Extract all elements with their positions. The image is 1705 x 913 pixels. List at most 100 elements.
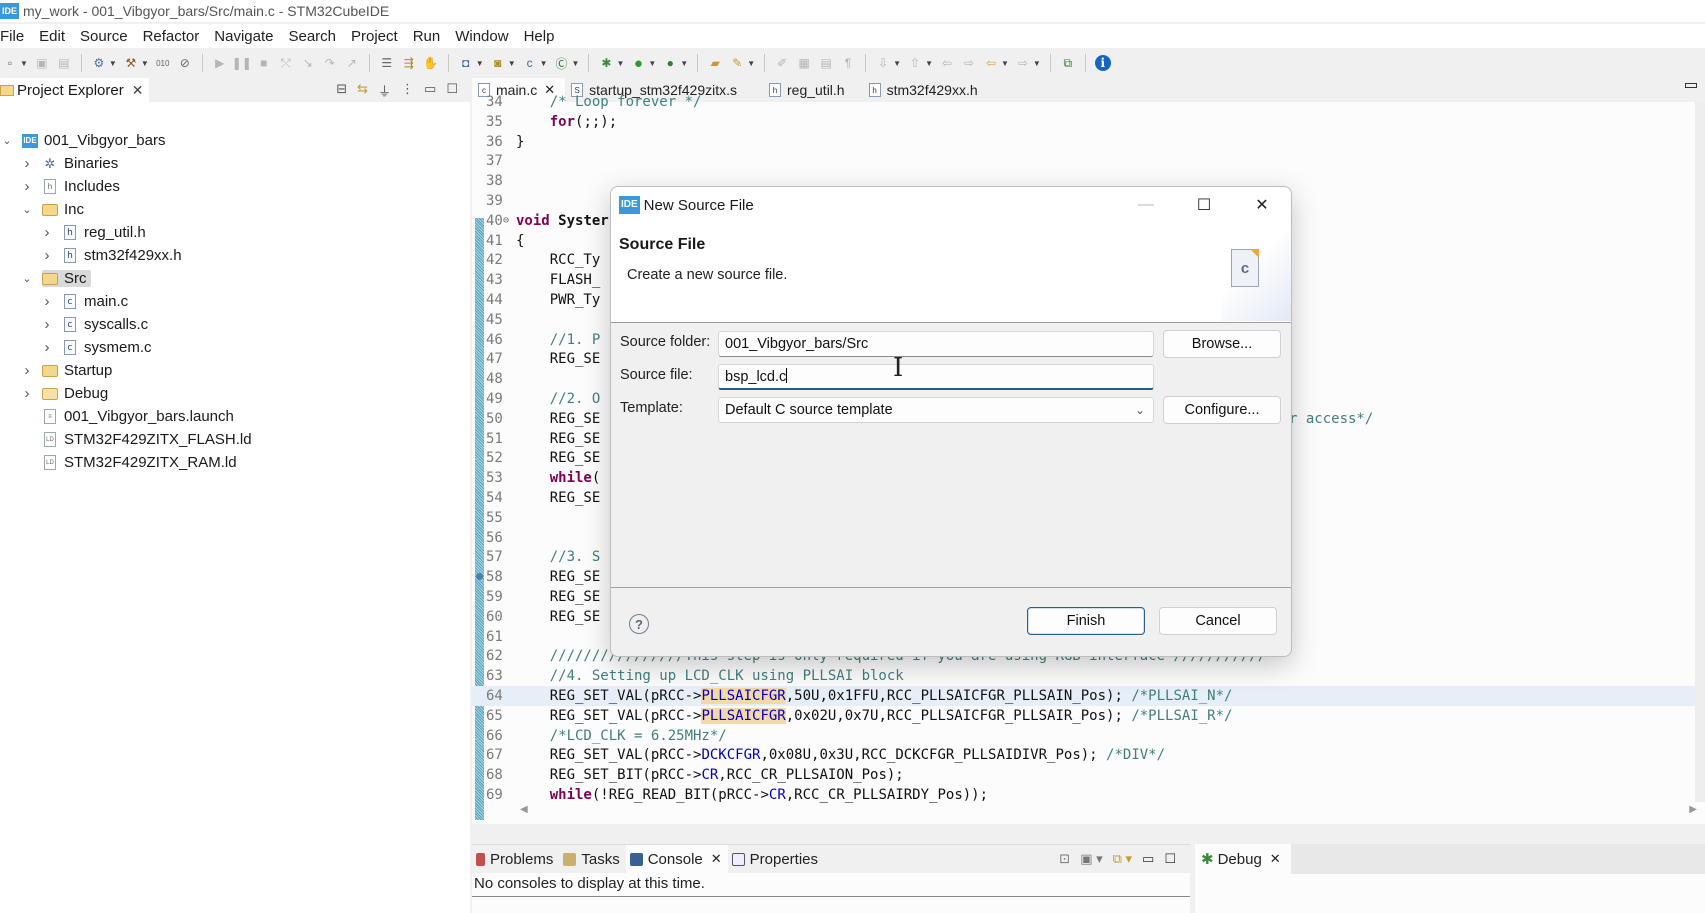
- code-line[interactable]: 66 /*LCD_CLK = 6.25MHz*/: [472, 726, 1697, 746]
- run-dropdown-icon[interactable]: ▼: [648, 59, 656, 68]
- minimize-icon[interactable]: ▭: [424, 81, 436, 100]
- pin-console-icon[interactable]: ⊡: [1059, 851, 1070, 867]
- build-config-dropdown-icon[interactable]: ▼: [109, 59, 117, 68]
- terminate-icon[interactable]: ■: [256, 55, 272, 71]
- menu-project[interactable]: Project: [351, 28, 409, 45]
- finish-button[interactable]: Finish: [1027, 607, 1145, 635]
- menu-navigate[interactable]: Navigate: [214, 28, 284, 45]
- chevron-right-icon[interactable]: ›: [20, 385, 34, 402]
- new-icon[interactable]: ▫: [2, 55, 18, 71]
- menu-run[interactable]: Run: [413, 28, 452, 45]
- build-hammer-icon[interactable]: ⚒: [123, 55, 139, 71]
- menu-source[interactable]: Source: [80, 28, 139, 45]
- collapse-all-icon[interactable]: ⊟: [336, 81, 347, 100]
- tree-item[interactable]: LD STM32F429ZITX_FLASH.ld: [20, 428, 252, 451]
- tab-tasks[interactable]: Tasks: [559, 845, 625, 873]
- disconnect-icon[interactable]: ⤲: [278, 55, 294, 71]
- use-step-filters-icon[interactable]: ☰: [379, 55, 395, 71]
- external-tools-icon[interactable]: ●: [662, 55, 678, 71]
- tab-console[interactable]: Console ✕: [625, 845, 728, 873]
- forward-icon[interactable]: ⇨: [1015, 55, 1031, 71]
- new-source-folder-icon[interactable]: ◙: [490, 55, 506, 71]
- binary-icon[interactable]: 010: [155, 55, 171, 71]
- dialog-title-bar[interactable]: IDE New Source File — ☐ ✕: [611, 187, 1291, 223]
- search-icon[interactable]: ✎: [729, 55, 745, 71]
- breakpoint-marker-icon[interactable]: [476, 573, 483, 581]
- previous-annotation-icon[interactable]: ⇧: [907, 55, 923, 71]
- tree-item[interactable]: LD STM32F429ZITX_RAM.ld: [20, 451, 237, 474]
- source-folder-input[interactable]: 001_Vibgyor_bars/Src: [718, 331, 1154, 357]
- menu-search[interactable]: Search: [288, 28, 347, 45]
- save-icon[interactable]: ▣: [34, 55, 50, 71]
- chevron-right-icon[interactable]: ›: [40, 293, 54, 310]
- filter-icon[interactable]: ⏚: [378, 81, 391, 100]
- vertical-scrollbar[interactable]: [1695, 102, 1705, 802]
- new-dropdown-icon[interactable]: ▼: [20, 59, 28, 68]
- new-project-dropdown-icon[interactable]: ▼: [476, 59, 484, 68]
- configure-button[interactable]: Configure...: [1163, 396, 1281, 424]
- next-annotation-icon[interactable]: ⇩: [875, 55, 891, 71]
- chevron-right-icon[interactable]: ›: [40, 339, 54, 356]
- new-file-dropdown-icon[interactable]: ▼: [540, 59, 548, 68]
- previous-annotation-dropdown-icon[interactable]: ▼: [925, 59, 933, 68]
- cancel-button[interactable]: Cancel: [1159, 607, 1277, 635]
- chevron-down-icon[interactable]: ⌄: [20, 203, 34, 216]
- horizontal-scrollbar[interactable]: ◀ ▶: [512, 802, 1697, 816]
- next-edit-icon[interactable]: ⇨: [961, 55, 977, 71]
- toggle-block-icon[interactable]: ▦: [796, 55, 812, 71]
- menu-edit[interactable]: Edit: [39, 28, 76, 45]
- new-c-project-icon[interactable]: ◘: [458, 55, 474, 71]
- maximize-button[interactable]: ☐: [1175, 187, 1233, 223]
- build-config-icon[interactable]: ⚙: [91, 55, 107, 71]
- code-line[interactable]: 34 /* Loop forever */: [472, 92, 1697, 112]
- tree-item[interactable]: › ✲ Binaries: [20, 152, 119, 175]
- new-class-icon[interactable]: Ⓒ: [554, 55, 570, 71]
- tree-item[interactable]: › h Includes: [20, 175, 120, 198]
- tab-properties[interactable]: Properties: [728, 845, 824, 873]
- back-dropdown-icon[interactable]: ▼: [1001, 59, 1009, 68]
- tree-item[interactable]: › Startup: [20, 359, 113, 382]
- tree-item[interactable]: ⌄ IDE 001_Vibgyor_bars: [0, 129, 165, 152]
- chevron-down-icon[interactable]: ⌄: [0, 134, 14, 147]
- chevron-right-icon[interactable]: ›: [20, 178, 34, 195]
- fold-collapse-icon[interactable]: ⊖: [503, 211, 509, 231]
- open-perspective-icon[interactable]: ⧉: [1060, 55, 1076, 71]
- toggle-mark-icon[interactable]: ✐: [774, 55, 790, 71]
- chevron-right-icon[interactable]: ›: [20, 155, 34, 172]
- search-dropdown-icon[interactable]: ▼: [747, 59, 755, 68]
- run-icon[interactable]: ●: [630, 55, 646, 72]
- view-menu-icon[interactable]: ⋮: [401, 81, 414, 100]
- tree-item[interactable]: ≡ 001_Vibgyor_bars.launch: [20, 405, 234, 428]
- menu-help[interactable]: Help: [524, 28, 566, 45]
- maximize-icon[interactable]: ☐: [1164, 851, 1176, 867]
- instruction-stepping-icon[interactable]: ⇶: [401, 55, 417, 71]
- tree-item[interactable]: › c syscalls.c: [40, 313, 149, 336]
- close-icon[interactable]: ✕: [132, 82, 144, 99]
- tab-problems[interactable]: Problems: [472, 845, 559, 873]
- code-line[interactable]: 67 REG_SET_VAL(pRCC->DCKCFGR,0x08U,0x3U,…: [472, 745, 1697, 765]
- new-c-file-icon[interactable]: c: [522, 55, 538, 71]
- close-button[interactable]: ✕: [1233, 187, 1291, 223]
- tab-debug[interactable]: ✱ Debug ✕: [1195, 844, 1291, 874]
- tree-item[interactable]: ⌄ Inc: [20, 198, 84, 221]
- code-line[interactable]: 68 REG_SET_BIT(pRCC->CR,RCC_CR_PLLSAION_…: [472, 765, 1697, 785]
- minimize-icon[interactable]: ▭: [1142, 851, 1154, 867]
- skip-breakpoints-icon[interactable]: ⊘: [177, 55, 193, 71]
- open-console-icon[interactable]: ⧉ ▾: [1113, 851, 1132, 867]
- code-line[interactable]: 35 for(;;);: [472, 112, 1697, 132]
- tree-item[interactable]: › h stm32f429xx.h: [40, 244, 182, 267]
- code-line[interactable]: 37: [472, 151, 1697, 171]
- code-line[interactable]: 36}: [472, 132, 1697, 152]
- step-over-icon[interactable]: ↷: [322, 55, 338, 71]
- menu-refactor[interactable]: Refactor: [143, 28, 211, 45]
- source-file-input[interactable]: bsp_lcd.c: [718, 364, 1154, 390]
- suspend-icon[interactable]: ❚❚: [232, 55, 252, 71]
- tree-item[interactable]: ⌄ Src: [20, 267, 91, 290]
- maximize-icon[interactable]: ☐: [446, 81, 458, 100]
- chevron-right-icon[interactable]: ›: [40, 224, 54, 241]
- display-console-icon[interactable]: ▣ ▾: [1080, 851, 1102, 867]
- resume-icon[interactable]: ▶: [212, 55, 228, 71]
- new-class-dropdown-icon[interactable]: ▼: [572, 59, 580, 68]
- back-icon[interactable]: ⇦: [983, 55, 999, 71]
- code-line[interactable]: 64 REG_SET_VAL(pRCC->PLLSAICFGR,50U,0x1F…: [472, 686, 1697, 706]
